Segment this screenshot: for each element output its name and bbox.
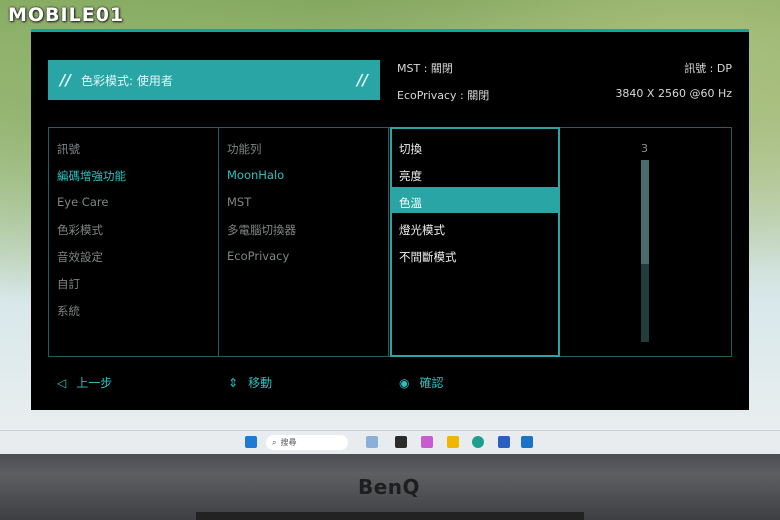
color-mode-bar: // 色彩模式: 使用者 // [48, 60, 380, 100]
watermark-logo: MOBILE01 [8, 4, 125, 26]
nav-move-label: 移動 [248, 376, 273, 390]
search-icon: ⌕ [272, 437, 277, 447]
slider-upper-segment [641, 160, 649, 264]
menu-item-system[interactable]: 系統 [57, 303, 80, 319]
edge-browser-icon[interactable] [472, 436, 484, 448]
option-item-brightness[interactable]: 亮度 [399, 168, 422, 184]
menu-item-audio[interactable]: 音效設定 [57, 249, 103, 265]
osd-panel: // 色彩模式: 使用者 // MST : 關閉 訊號 : DP EcoPriv… [31, 29, 749, 410]
option-item-light-mode[interactable]: 燈光模式 [399, 222, 445, 238]
outlook-icon[interactable] [521, 436, 533, 448]
slash-icon-left: // [60, 71, 71, 89]
monitor-stand [196, 512, 584, 520]
copilot-icon[interactable] [421, 436, 433, 448]
slider-lower-segment [641, 264, 649, 342]
submenu-item-ecoprivacy[interactable]: EcoPrivacy [227, 249, 289, 263]
nav-confirm-label: 確認 [419, 376, 444, 390]
value-column: 3 [561, 128, 731, 356]
nav-confirm[interactable]: ◉ 確認 [399, 374, 444, 391]
submenu-item-kvm[interactable]: 多電腦切換器 [227, 222, 296, 238]
main-menu-column: 訊號 編碼增強功能 Eye Care 色彩模式 音效設定 自訂 系統 [49, 128, 219, 356]
slash-icon-right: // [357, 71, 368, 89]
benq-logo: BenQ [358, 475, 421, 499]
task-view-icon[interactable] [395, 436, 407, 448]
left-arrow-icon: ◁ [57, 375, 67, 390]
store-icon[interactable] [498, 436, 510, 448]
nav-back[interactable]: ◁ 上一步 [57, 374, 112, 391]
submenu-item-mst[interactable]: MST [227, 195, 251, 209]
option-item-continuous-mode[interactable]: 不間斷模式 [399, 249, 457, 265]
up-down-arrow-icon: ⇕ [228, 375, 239, 390]
windows-taskbar: ⌕ 搜尋 [0, 430, 780, 455]
option-column: 切換 亮度 色溫 燈光模式 不間斷模式 [390, 127, 560, 357]
submenu-item-function-bar[interactable]: 功能列 [227, 141, 262, 157]
ecoprivacy-status: EcoPrivacy : 關閉 [397, 89, 490, 102]
menu-item-color-mode[interactable]: 色彩模式 [57, 222, 103, 238]
taskbar-search[interactable]: ⌕ 搜尋 [266, 435, 348, 450]
slider-value: 3 [641, 142, 648, 155]
menu-grid: 訊號 編碼增強功能 Eye Care 色彩模式 音效設定 自訂 系統 功能列 M… [48, 127, 732, 357]
menu-item-custom[interactable]: 自訂 [57, 276, 80, 292]
menu-item-signal[interactable]: 訊號 [57, 141, 80, 157]
file-explorer-icon[interactable] [447, 436, 459, 448]
search-placeholder: 搜尋 [280, 438, 297, 447]
widgets-icon[interactable] [366, 436, 378, 448]
windows-start-icon[interactable] [245, 436, 257, 448]
mst-status: MST : 關閉 [397, 62, 453, 75]
nav-back-label: 上一步 [76, 376, 113, 390]
color-mode-label: 色彩模式: 使用者 [80, 73, 173, 88]
resolution-status: 3840 X 2560 @60 Hz [615, 87, 732, 100]
option-item-color-temp[interactable]: 色溫 [399, 195, 422, 211]
submenu-column: 功能列 MoonHalo MST 多電腦切換器 EcoPrivacy [219, 128, 389, 356]
menu-item-eye-care[interactable]: Eye Care [57, 195, 108, 209]
level-slider[interactable] [641, 160, 649, 342]
option-item-toggle[interactable]: 切換 [399, 141, 422, 157]
signal-status: 訊號 : DP [684, 62, 732, 75]
submenu-item-moonhalo[interactable]: MoonHalo [227, 168, 284, 182]
confirm-dot-icon: ◉ [399, 375, 410, 390]
menu-item-enhance[interactable]: 編碼增強功能 [57, 168, 126, 184]
nav-move[interactable]: ⇕ 移動 [228, 374, 272, 391]
